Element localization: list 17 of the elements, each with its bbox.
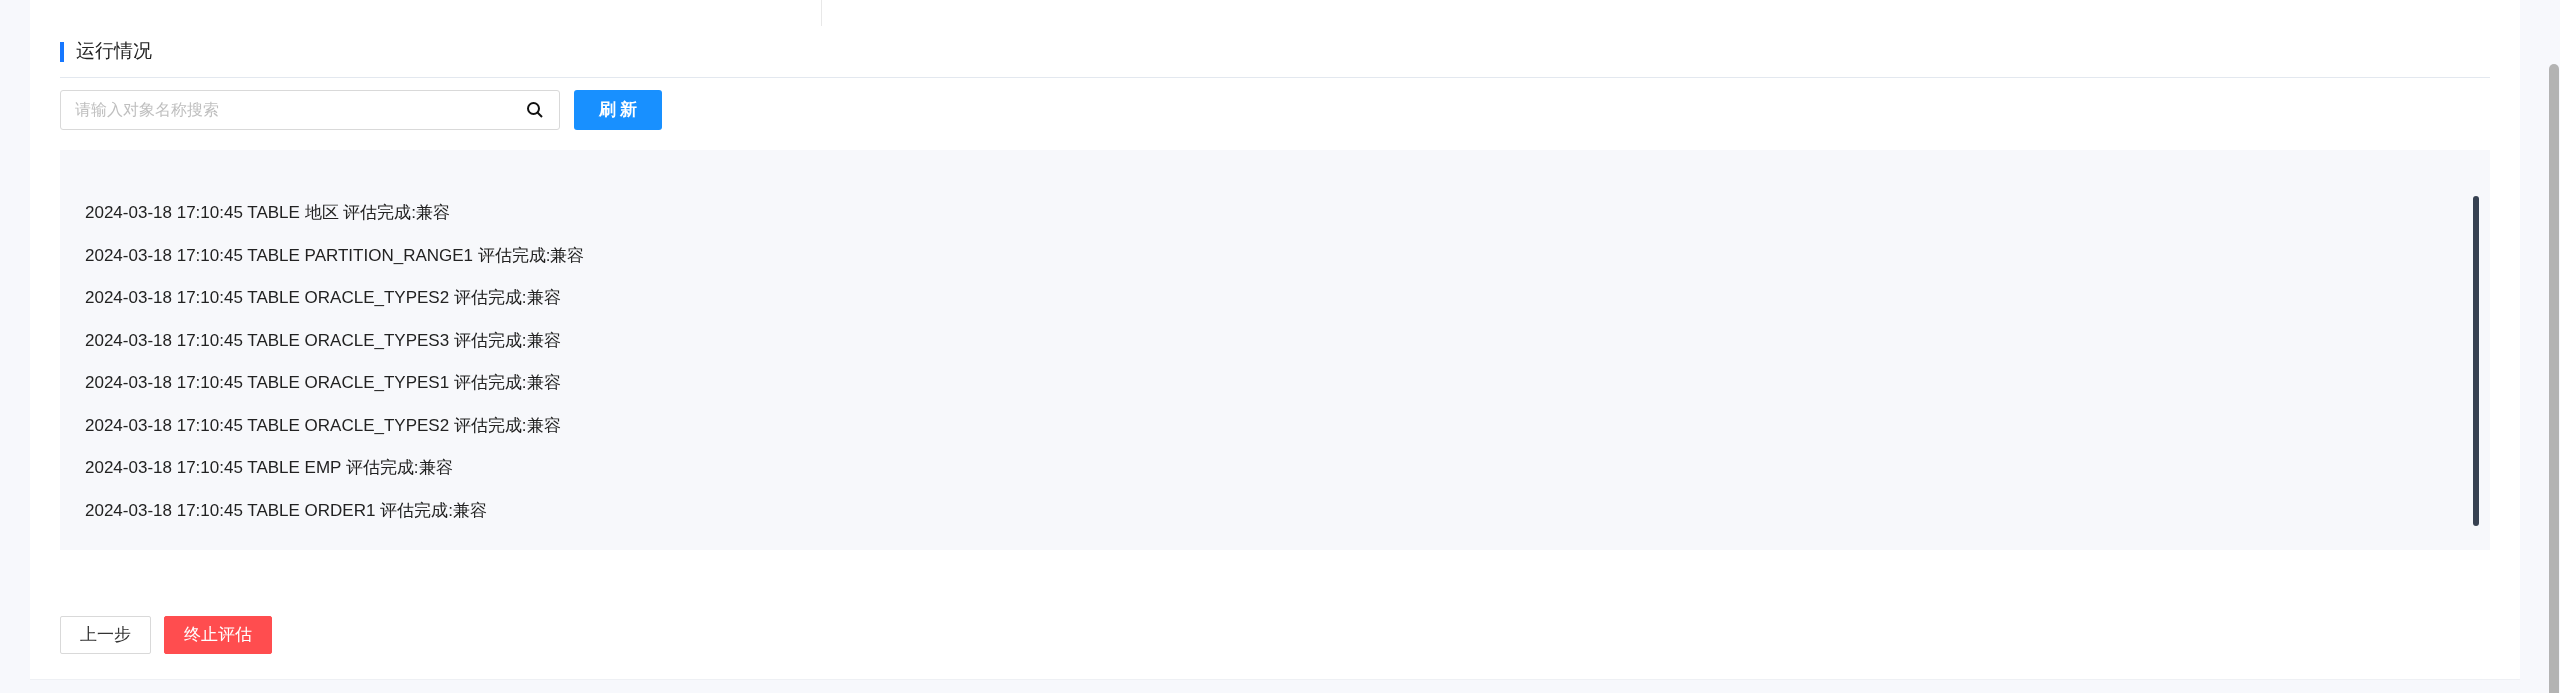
back-button[interactable]: 上一步 — [60, 616, 151, 654]
log-line: 2024-03-18 17:10:45 TABLE ORACLE_TYPES3 评估完成:兼容 — [85, 329, 561, 352]
section-title: 运行情况 — [76, 39, 152, 64]
log-line: 2024-03-18 17:10:45 TABLE ORACLE_TYPES2 评估完成:兼容 — [85, 287, 561, 309]
search-icon — [526, 101, 544, 119]
title-accent-bar — [60, 41, 64, 62]
log-line: 2024-03-18 17:10:45 TABLE EMP 评估完成:兼容 — [85, 457, 453, 479]
stop-button[interactable]: 终止评估 — [164, 616, 272, 654]
refresh-button[interactable]: 刷 新 — [574, 90, 662, 130]
log-line: 2024-03-18 17:10:45 TABLE ORACLE_TYPES1 评估完成:兼容 — [85, 372, 561, 394]
page-scrollbar-thumb[interactable] — [2549, 64, 2559, 693]
log-line: 2024-03-18 17:10:45 TABLE 地区 评估完成:兼容 — [85, 202, 451, 224]
log-line: 2024-03-18 17:10:45 TABLE ORDER1 评估完成:兼容 — [85, 499, 487, 522]
log-line: 2024-03-18 17:10:45 TABLE ORACLE_TYPES2 评估完成:兼容 — [85, 414, 561, 437]
scrollbar-thumb[interactable] — [2473, 196, 2479, 526]
search-field[interactable]: 请输入对象名称搜索 — [60, 90, 560, 130]
log-line: 2024-03-18 17:10:45 TABLE PARTITION_RANGE1 评估完成:兼容 — [85, 244, 585, 267]
